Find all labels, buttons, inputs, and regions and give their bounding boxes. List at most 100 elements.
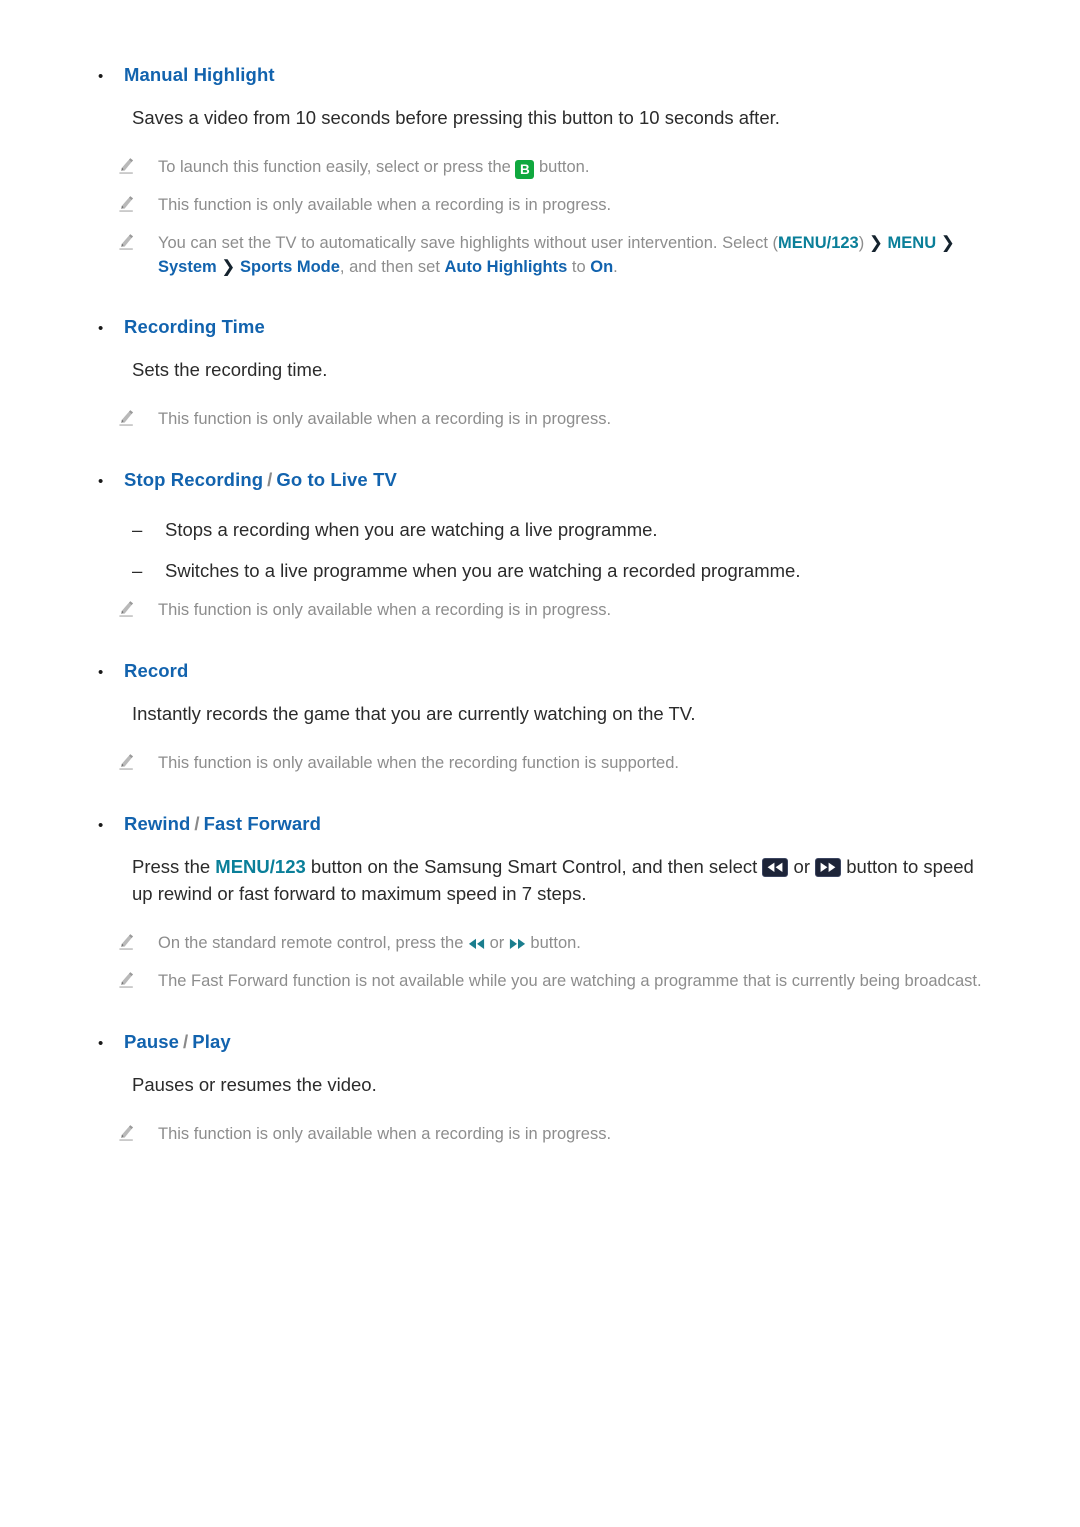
heading-part-go-to-live-tv: Go to Live TV — [276, 469, 397, 490]
bullet-glyph: • — [98, 664, 104, 681]
heading-separator: / — [194, 813, 200, 834]
system-token[interactable]: System — [158, 258, 217, 276]
pencil-note-icon — [118, 969, 158, 994]
pencil-note-icon — [118, 407, 158, 432]
note-mid-text: , and then set — [339, 258, 445, 276]
color-key-b-icon[interactable]: B — [515, 160, 535, 179]
bullet-glyph: • — [98, 1035, 104, 1052]
section-pause-play: • Pause / Play Pauses or resumes the video… — [90, 1029, 990, 1147]
heading-part-fast-forward: Fast Forward — [203, 813, 321, 834]
pencil-note-icon — [118, 598, 158, 623]
bullet-glyph: • — [98, 68, 104, 85]
section-heading: • Pause / Play — [90, 1029, 990, 1057]
note-standard-remote: On the standard remote control, press th… — [90, 931, 990, 956]
note-text-after: button. — [525, 934, 581, 952]
section-heading: • Manual Highlight — [90, 62, 990, 90]
section-heading: • Record — [90, 658, 990, 686]
note-recording-in-progress: This function is only available when a r… — [90, 407, 990, 432]
dash-item-text: Stops a recording when you are watching … — [165, 519, 658, 540]
auto-highlights-token[interactable]: Auto Highlights — [445, 258, 568, 276]
heading-separator: / — [267, 469, 273, 490]
dash-glyph: – — [132, 519, 143, 540]
note-text: This function is only available when a r… — [158, 410, 612, 428]
note-recording-in-progress: This function is only available when a r… — [90, 193, 990, 218]
body-or-text: or — [788, 856, 816, 877]
note-joiner-text: to — [567, 258, 591, 276]
rewind-glyph-icon — [468, 938, 485, 950]
heading-rewind-fast-forward: Rewind / Fast Forward — [124, 811, 321, 837]
note-auto-highlights-path: You can set the TV to automatically save… — [90, 231, 990, 279]
pencil-note-icon — [118, 931, 158, 956]
note-recording-in-progress: This function is only available when a r… — [90, 598, 990, 623]
pencil-note-icon — [118, 231, 158, 279]
dash-item-text: Switches to a live programme when you ar… — [165, 560, 801, 581]
sports-mode-token[interactable]: Sports Mode — [240, 258, 340, 276]
section-stop-recording-go-to-live-tv: • Stop Recording / Go to Live TV – Stops a… — [90, 467, 990, 623]
heading-manual-highlight: Manual Highlight — [124, 64, 275, 85]
heading-recording-time: Recording Time — [124, 316, 265, 337]
section-manual-highlight: • Manual Highlight Saves a video from 10… — [90, 62, 990, 279]
note-text: This function is only available when a r… — [158, 1125, 612, 1143]
body-text-part-2: button on the Samsung Smart Control, and… — [305, 856, 763, 877]
chevron-right-icon: ❯ — [221, 257, 236, 276]
paren-close: ) — [858, 234, 865, 252]
body-record: Instantly records the game that you are … — [132, 703, 696, 724]
section-rewind-fast-forward: • Rewind / Fast Forward Press the MENU/123… — [90, 811, 990, 994]
note-launch-b-button: To launch this function easily, select o… — [90, 155, 990, 180]
pencil-note-icon — [118, 193, 158, 218]
dash-glyph: – — [132, 560, 143, 581]
note-end-text: . — [613, 258, 618, 276]
note-text: On the standard remote control, press th… — [158, 931, 990, 956]
heading-pause-play: Pause / Play — [124, 1029, 231, 1055]
chevron-right-icon: ❯ — [940, 233, 955, 252]
dash-item: – Switches to a live programme when you … — [90, 557, 990, 584]
body-rewind-fast-forward: Press the MENU/123 button on the Samsung… — [90, 853, 990, 907]
note-fast-forward-unavailable: The Fast Forward function is not availab… — [90, 969, 990, 994]
note-text: To launch this function easily, select o… — [158, 155, 990, 180]
section-record: • Record Instantly records the game that… — [90, 658, 990, 776]
dash-item: – Stops a recording when you are watchin… — [90, 516, 990, 543]
section-heading: • Stop Recording / Go to Live TV — [90, 467, 990, 495]
note-text: The Fast Forward function is not availab… — [158, 972, 982, 990]
bullet-glyph: • — [98, 320, 104, 337]
manual-page: • Manual Highlight Saves a video from 10… — [0, 0, 1080, 1527]
body-text-part-1: Press the — [132, 856, 216, 877]
menu-token[interactable]: MENU — [888, 234, 937, 252]
menu-123-token[interactable]: MENU/123 — [215, 856, 305, 877]
heading-record: Record — [124, 660, 189, 681]
heading-part-play: Play — [192, 1031, 231, 1052]
on-value-token[interactable]: On — [590, 258, 613, 276]
note-text: This function is only available when the… — [158, 754, 679, 772]
section-heading: • Recording Time — [90, 314, 990, 342]
pencil-note-icon — [118, 1122, 158, 1147]
fast-forward-glyph-icon — [509, 938, 526, 950]
heading-part-rewind: Rewind — [124, 813, 191, 834]
pencil-note-icon — [118, 751, 158, 776]
body-manual-highlight: Saves a video from 10 seconds before pre… — [132, 107, 780, 128]
note-text-after: button. — [534, 158, 590, 176]
note-text: You can set the TV to automatically save… — [158, 231, 990, 279]
section-recording-time: • Recording Time Sets the recording time… — [90, 314, 990, 432]
note-recording-supported: This function is only available when the… — [90, 751, 990, 776]
bullet-glyph: • — [98, 473, 104, 490]
note-or-text: or — [485, 934, 509, 952]
rewind-key-icon[interactable] — [762, 858, 789, 877]
heading-stop-recording-go-to-live-tv: Stop Recording / Go to Live TV — [124, 467, 397, 493]
heading-separator: / — [183, 1031, 189, 1052]
body-pause-play: Pauses or resumes the video. — [132, 1074, 377, 1095]
note-text-before: On the standard remote control, press th… — [158, 934, 468, 952]
bullet-glyph: • — [98, 817, 104, 834]
note-text-before: To launch this function easily, select o… — [158, 158, 516, 176]
chevron-right-icon: ❯ — [868, 233, 883, 252]
menu-123-token[interactable]: MENU/123 — [778, 234, 859, 252]
pencil-note-icon — [118, 155, 158, 180]
heading-part-stop-recording: Stop Recording — [124, 469, 264, 490]
note-text: This function is only available when a r… — [158, 601, 612, 619]
heading-part-pause: Pause — [124, 1031, 180, 1052]
fast-forward-key-icon[interactable] — [815, 858, 842, 877]
note-lead-text: You can set the TV to automatically save… — [158, 234, 773, 252]
note-recording-in-progress: This function is only available when a r… — [90, 1122, 990, 1147]
body-recording-time: Sets the recording time. — [132, 359, 328, 380]
note-text: This function is only available when a r… — [158, 196, 612, 214]
section-heading: • Rewind / Fast Forward — [90, 811, 990, 839]
